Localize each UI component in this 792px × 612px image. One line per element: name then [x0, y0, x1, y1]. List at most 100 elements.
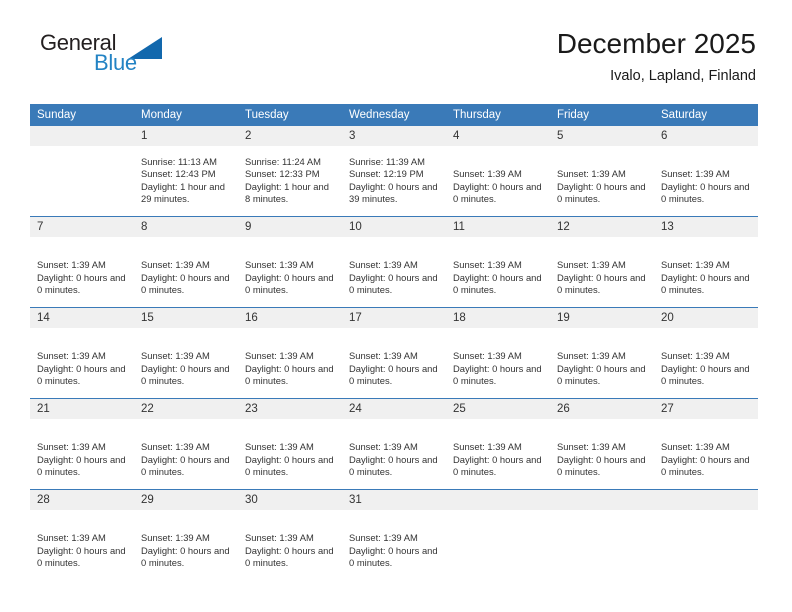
day-details: Sunset: 1:39 AM Daylight: 0 hours and 0 m… — [550, 146, 654, 206]
calendar-day-cell[interactable]: 20 Sunset: 1:39 AM Daylight: 0 hours and 0… — [654, 308, 758, 398]
calendar-day-cell[interactable]: 19 Sunset: 1:39 AM Daylight: 0 hours and 0… — [550, 308, 654, 398]
calendar-day-cell[interactable]: 10 Sunset: 1:39 AM Daylight: 0 hours and 0… — [342, 217, 446, 307]
day-number: 14 — [30, 308, 134, 328]
calendar-day-cell[interactable]: 14 Sunset: 1:39 AM Daylight: 0 hours and 0… — [30, 308, 134, 398]
calendar-day-cell[interactable]: 6 Sunset: 1:39 AM Daylight: 0 hours and 0 … — [654, 126, 758, 216]
calendar-day-cell[interactable]: 30 Sunset: 1:39 AM Daylight: 0 hours and 0… — [238, 490, 342, 580]
page-header: General Blue December 2025 Ivalo, Laplan… — [0, 0, 792, 84]
day-detail-spacer — [245, 429, 334, 441]
day-details: Sunset: 1:39 AM Daylight: 0 hours and 0 m… — [238, 237, 342, 297]
day-number: 19 — [550, 308, 654, 328]
day-details: Sunset: 1:39 AM Daylight: 0 hours and 0 m… — [134, 328, 238, 388]
calendar-day-cell[interactable]: 12 Sunset: 1:39 AM Daylight: 0 hours and 0… — [550, 217, 654, 307]
calendar-day-cell[interactable]: 28 Sunset: 1:39 AM Daylight: 0 hours and 0… — [30, 490, 134, 580]
day-detail-spacer — [37, 429, 126, 441]
general-blue-logo[interactable]: General Blue — [34, 28, 174, 76]
day-detail-line: Daylight: 0 hours and 0 minutes. — [661, 362, 750, 387]
day-detail-spacer — [37, 520, 126, 532]
day-detail-line: Sunset: 12:19 PM — [349, 168, 424, 180]
calendar-day-cell[interactable]: 25 Sunset: 1:39 AM Daylight: 0 hours and 0… — [446, 399, 550, 489]
day-detail-line: Daylight: 0 hours and 0 minutes. — [349, 271, 438, 296]
calendar-day-cell[interactable]: 2 Sunrise: 11:24 AM Sunset: 12:33 PM Daylig… — [238, 126, 342, 216]
calendar-day-cell[interactable]: 8 Sunset: 1:39 AM Daylight: 0 hours and 0 … — [134, 217, 238, 307]
calendar-week-row: 21 Sunset: 1:39 AM Daylight: 0 hours and 0… — [30, 398, 758, 490]
day-detail-spacer — [661, 429, 750, 441]
day-number: 6 — [654, 126, 758, 146]
day-details — [446, 510, 550, 520]
day-detail-line: Sunset: 1:39 AM — [557, 350, 626, 362]
day-number: 18 — [446, 308, 550, 328]
day-detail-spacer — [453, 429, 542, 441]
calendar-day-cell[interactable]: 23 Sunset: 1:39 AM Daylight: 0 hours and 0… — [238, 399, 342, 489]
calendar-day-cell[interactable]: 27 Sunset: 1:39 AM Daylight: 0 hours and 0… — [654, 399, 758, 489]
calendar-header-row: Sunday Monday Tuesday Wednesday Thursday Frid… — [30, 104, 758, 126]
day-number: 21 — [30, 399, 134, 419]
calendar-day-cell[interactable]: 17 Sunset: 1:39 AM Daylight: 0 hours and 0… — [342, 308, 446, 398]
day-details: Sunset: 1:39 AM Daylight: 0 hours and 0 m… — [654, 146, 758, 206]
day-number: 12 — [550, 217, 654, 237]
day-detail-line: Sunset: 1:39 AM — [245, 259, 314, 271]
calendar-day-cell[interactable]: 24 Sunset: 1:39 AM Daylight: 0 hours and 0… — [342, 399, 446, 489]
day-details: Sunset: 1:39 AM Daylight: 0 hours and 0 m… — [30, 510, 134, 570]
page-title: December 2025 — [556, 28, 756, 59]
day-details: Sunset: 1:39 AM Daylight: 0 hours and 0 m… — [238, 328, 342, 388]
day-detail-spacer — [557, 338, 646, 350]
day-number: 9 — [238, 217, 342, 237]
day-details: Sunset: 1:39 AM Daylight: 0 hours and 0 m… — [446, 237, 550, 297]
calendar-day-cell[interactable]: 16 Sunset: 1:39 AM Daylight: 0 hours and 0… — [238, 308, 342, 398]
calendar-day-cell[interactable]: 4 Sunset: 1:39 AM Daylight: 0 hours and 0 … — [446, 126, 550, 216]
day-details: Sunset: 1:39 AM Daylight: 0 hours and 0 m… — [342, 328, 446, 388]
day-number: 5 — [550, 126, 654, 146]
calendar-week-row: 7 Sunset: 1:39 AM Daylight: 0 hours and 0 … — [30, 216, 758, 308]
day-detail-spacer — [37, 338, 126, 350]
day-number: 7 — [30, 217, 134, 237]
day-detail-line: Daylight: 1 hour and 8 minutes. — [245, 180, 329, 205]
weekday-header-tuesday: Tuesday — [238, 104, 342, 126]
calendar-day-cell[interactable]: 7 Sunset: 1:39 AM Daylight: 0 hours and 0 … — [30, 217, 134, 307]
calendar: Sunday Monday Tuesday Wednesday Thursday Frid… — [30, 104, 758, 580]
day-details: Sunset: 1:39 AM Daylight: 0 hours and 0 m… — [654, 328, 758, 388]
day-detail-spacer — [349, 429, 438, 441]
day-detail-line: Sunset: 1:39 AM — [37, 350, 106, 362]
day-detail-spacer — [349, 338, 438, 350]
day-detail-line: Daylight: 0 hours and 0 minutes. — [661, 271, 750, 296]
calendar-day-cell[interactable]: 3 Sunrise: 11:39 AM Sunset: 12:19 PM Daylig… — [342, 126, 446, 216]
calendar-day-cell[interactable]: 5 Sunset: 1:39 AM Daylight: 0 hours and 0 … — [550, 126, 654, 216]
calendar-day-cell[interactable]: 21 Sunset: 1:39 AM Daylight: 0 hours and 0… — [30, 399, 134, 489]
day-number — [654, 490, 758, 510]
day-detail-line: Daylight: 0 hours and 0 minutes. — [37, 362, 126, 387]
day-number — [550, 490, 654, 510]
calendar-day-cell[interactable]: 9 Sunset: 1:39 AM Daylight: 0 hours and 0 … — [238, 217, 342, 307]
day-detail-line: Sunset: 1:39 AM — [141, 259, 210, 271]
weekday-header-sunday: Sunday — [30, 104, 134, 126]
calendar-day-cell[interactable]: 26 Sunset: 1:39 AM Daylight: 0 hours and 0… — [550, 399, 654, 489]
day-details: Sunset: 1:39 AM Daylight: 0 hours and 0 m… — [134, 237, 238, 297]
day-detail-line: Daylight: 0 hours and 0 minutes. — [141, 271, 230, 296]
weekday-header-monday: Monday — [134, 104, 238, 126]
weekday-header-wednesday: Wednesday — [342, 104, 446, 126]
calendar-day-cell[interactable]: 11 Sunset: 1:39 AM Daylight: 0 hours and 0… — [446, 217, 550, 307]
calendar-day-cell[interactable]: 1 Sunrise: 11:13 AM Sunset: 12:43 PM Daylig… — [134, 126, 238, 216]
day-details: Sunset: 1:39 AM Daylight: 0 hours and 0 m… — [342, 237, 446, 297]
day-detail-line: Sunset: 1:39 AM — [37, 441, 106, 453]
day-detail-line: Sunset: 1:39 AM — [661, 441, 730, 453]
day-detail-spacer — [141, 429, 230, 441]
day-details — [654, 510, 758, 520]
day-detail-line: Sunset: 1:39 AM — [245, 441, 314, 453]
calendar-day-cell[interactable]: 22 Sunset: 1:39 AM Daylight: 0 hours and 0… — [134, 399, 238, 489]
day-details: Sunset: 1:39 AM Daylight: 0 hours and 0 m… — [446, 328, 550, 388]
day-details: Sunset: 1:39 AM Daylight: 0 hours and 0 m… — [238, 419, 342, 479]
page-subtitle: Ivalo, Lapland, Finland — [610, 68, 756, 85]
day-number: 11 — [446, 217, 550, 237]
calendar-day-cell[interactable]: 29 Sunset: 1:39 AM Daylight: 0 hours and 0… — [134, 490, 238, 580]
calendar-day-cell[interactable]: 18 Sunset: 1:39 AM Daylight: 0 hours and 0… — [446, 308, 550, 398]
calendar-day-cell[interactable]: 31 Sunset: 1:39 AM Daylight: 0 hours and 0… — [342, 490, 446, 580]
day-detail-line: Sunset: 1:39 AM — [557, 441, 626, 453]
day-detail-line: Daylight: 0 hours and 0 minutes. — [245, 362, 334, 387]
calendar-day-cell[interactable]: 15 Sunset: 1:39 AM Daylight: 0 hours and 0… — [134, 308, 238, 398]
day-detail-line: Daylight: 0 hours and 0 minutes. — [37, 271, 126, 296]
calendar-day-cell[interactable]: 13 Sunset: 1:39 AM Daylight: 0 hours and 0… — [654, 217, 758, 307]
day-number: 20 — [654, 308, 758, 328]
day-detail-line: Daylight: 0 hours and 0 minutes. — [349, 544, 438, 569]
calendar-week-row: 28 Sunset: 1:39 AM Daylight: 0 hours and 0… — [30, 489, 758, 580]
